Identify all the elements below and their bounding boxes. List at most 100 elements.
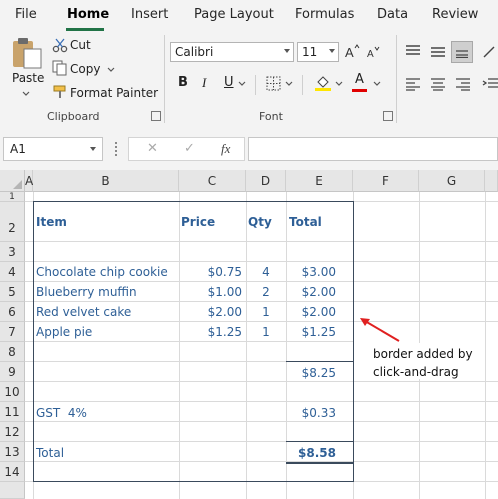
item-total[interactable]: $1.25	[286, 325, 336, 339]
borders-icon[interactable]	[266, 76, 281, 91]
border-bottom	[33, 481, 354, 482]
align-left-icon[interactable]	[405, 77, 421, 91]
row-header-1[interactable]: 1	[0, 192, 25, 202]
bold-button[interactable]: B	[178, 75, 188, 90]
align-top-icon[interactable]	[405, 44, 421, 58]
column-header-c[interactable]: C	[179, 170, 246, 192]
row-header-9[interactable]: 9	[0, 362, 25, 382]
chevron-down-icon[interactable]	[285, 81, 293, 87]
enter-icon[interactable]: ✓	[184, 141, 195, 156]
item-name[interactable]: Apple pie	[36, 325, 92, 339]
column-header-g[interactable]: G	[419, 170, 485, 192]
item-total[interactable]: $3.00	[286, 265, 336, 279]
row-header-14[interactable]: 14	[0, 462, 25, 482]
increase-font-size-icon[interactable]: A	[344, 43, 360, 59]
row-header-5[interactable]: 5	[0, 282, 25, 302]
header-item[interactable]: Item	[36, 215, 67, 229]
item-qty[interactable]: 1	[246, 325, 286, 339]
formula-bar-grip-icon[interactable]	[115, 142, 119, 156]
fill-color-icon[interactable]	[314, 74, 332, 92]
item-price[interactable]: $1.00	[179, 285, 242, 299]
chevron-down-icon[interactable]	[335, 81, 343, 87]
gridline	[25, 301, 498, 302]
header-total[interactable]: Total	[289, 215, 322, 229]
column-header-d[interactable]: D	[246, 170, 286, 192]
header-qty[interactable]: Qty	[248, 215, 272, 229]
select-all-icon	[13, 180, 22, 189]
font-launcher-icon[interactable]	[383, 111, 393, 121]
align-middle-icon[interactable]	[430, 44, 446, 58]
chevron-down-icon[interactable]	[373, 81, 381, 87]
formula-buttons: ✕ ✓ fx	[128, 137, 245, 161]
item-price[interactable]: $1.25	[179, 325, 242, 339]
row-header-2[interactable]: 2	[0, 202, 25, 242]
total-border-double	[286, 462, 353, 464]
row-header-11[interactable]: 11	[0, 402, 25, 422]
header-price[interactable]: Price	[181, 215, 215, 229]
name-box[interactable]: A1	[3, 137, 103, 161]
font-color-letter: A	[355, 72, 364, 87]
item-qty[interactable]: 4	[246, 265, 286, 279]
column-header-b[interactable]: B	[33, 170, 179, 192]
chevron-down-icon[interactable]	[238, 81, 246, 87]
row-header-13[interactable]: 13	[0, 442, 25, 462]
column-header-h[interactable]	[485, 170, 498, 192]
gst-label[interactable]: GST 4%	[36, 406, 87, 420]
font-size-combo[interactable]: 11	[297, 42, 339, 62]
tab-review[interactable]: Review	[432, 7, 478, 22]
total-value[interactable]: $8.58	[286, 446, 336, 460]
underline-button[interactable]: U	[224, 75, 234, 90]
orientation-icon[interactable]	[482, 43, 498, 59]
row-header-7[interactable]: 7	[0, 322, 25, 342]
item-name[interactable]: Red velvet cake	[36, 305, 131, 319]
italic-button[interactable]: I	[202, 75, 206, 91]
row-header-10[interactable]: 10	[0, 382, 25, 402]
total-label[interactable]: Total	[36, 446, 64, 460]
gst-value[interactable]: $0.33	[286, 406, 336, 420]
align-right-icon[interactable]	[455, 77, 471, 91]
item-price[interactable]: $0.75	[179, 265, 242, 279]
column-header-f[interactable]: F	[353, 170, 419, 192]
row-header-4[interactable]: 4	[0, 262, 25, 282]
item-total[interactable]: $2.00	[286, 305, 336, 319]
tab-home[interactable]: Home	[67, 7, 109, 22]
gridline	[485, 192, 486, 499]
item-name[interactable]: Chocolate chip cookie	[36, 265, 168, 279]
align-center-icon[interactable]	[430, 77, 446, 91]
chevron-down-icon	[329, 49, 335, 53]
tab-data[interactable]: Data	[377, 7, 408, 22]
annotation-line-1: border added by	[373, 347, 473, 361]
border-right	[353, 201, 354, 482]
gridline	[25, 441, 498, 442]
formula-input[interactable]	[248, 137, 498, 161]
indent-icon[interactable]	[482, 77, 498, 91]
tab-page-layout[interactable]: Page Layout	[194, 7, 274, 22]
item-price[interactable]: $2.00	[179, 305, 242, 319]
decrease-font-size-icon[interactable]: A	[366, 45, 380, 59]
tab-file[interactable]: File	[15, 7, 37, 22]
red-arrow-icon	[360, 318, 400, 342]
row-header-8[interactable]: 8	[0, 342, 25, 362]
align-bottom-button[interactable]	[451, 41, 473, 63]
subtotal-value[interactable]: $8.25	[286, 366, 336, 380]
column-header-e[interactable]: E	[286, 170, 353, 192]
tab-formulas[interactable]: Formulas	[295, 7, 354, 22]
row-header-15[interactable]	[0, 482, 25, 499]
item-total[interactable]: $2.00	[286, 285, 336, 299]
item-qty[interactable]: 1	[246, 305, 286, 319]
worksheet-grid: A B C D E F G 1 2 3 4 5 6 7 8 9 10 11 12…	[0, 170, 498, 499]
select-all-corner[interactable]	[0, 170, 25, 192]
row-header-12[interactable]: 12	[0, 422, 25, 442]
insert-function-icon[interactable]: fx	[221, 141, 230, 157]
gridline	[25, 461, 498, 462]
item-name[interactable]: Blueberry muffin	[36, 285, 137, 299]
clipboard-launcher-icon[interactable]	[151, 111, 161, 121]
cancel-icon[interactable]: ✕	[147, 141, 158, 156]
row-header-3[interactable]: 3	[0, 242, 25, 262]
item-qty[interactable]: 2	[246, 285, 286, 299]
gridline	[25, 381, 498, 382]
font-name-combo[interactable]: Calibri	[170, 42, 294, 62]
column-header-a[interactable]: A	[25, 170, 33, 192]
tab-insert[interactable]: Insert	[131, 7, 168, 22]
row-header-6[interactable]: 6	[0, 302, 25, 322]
